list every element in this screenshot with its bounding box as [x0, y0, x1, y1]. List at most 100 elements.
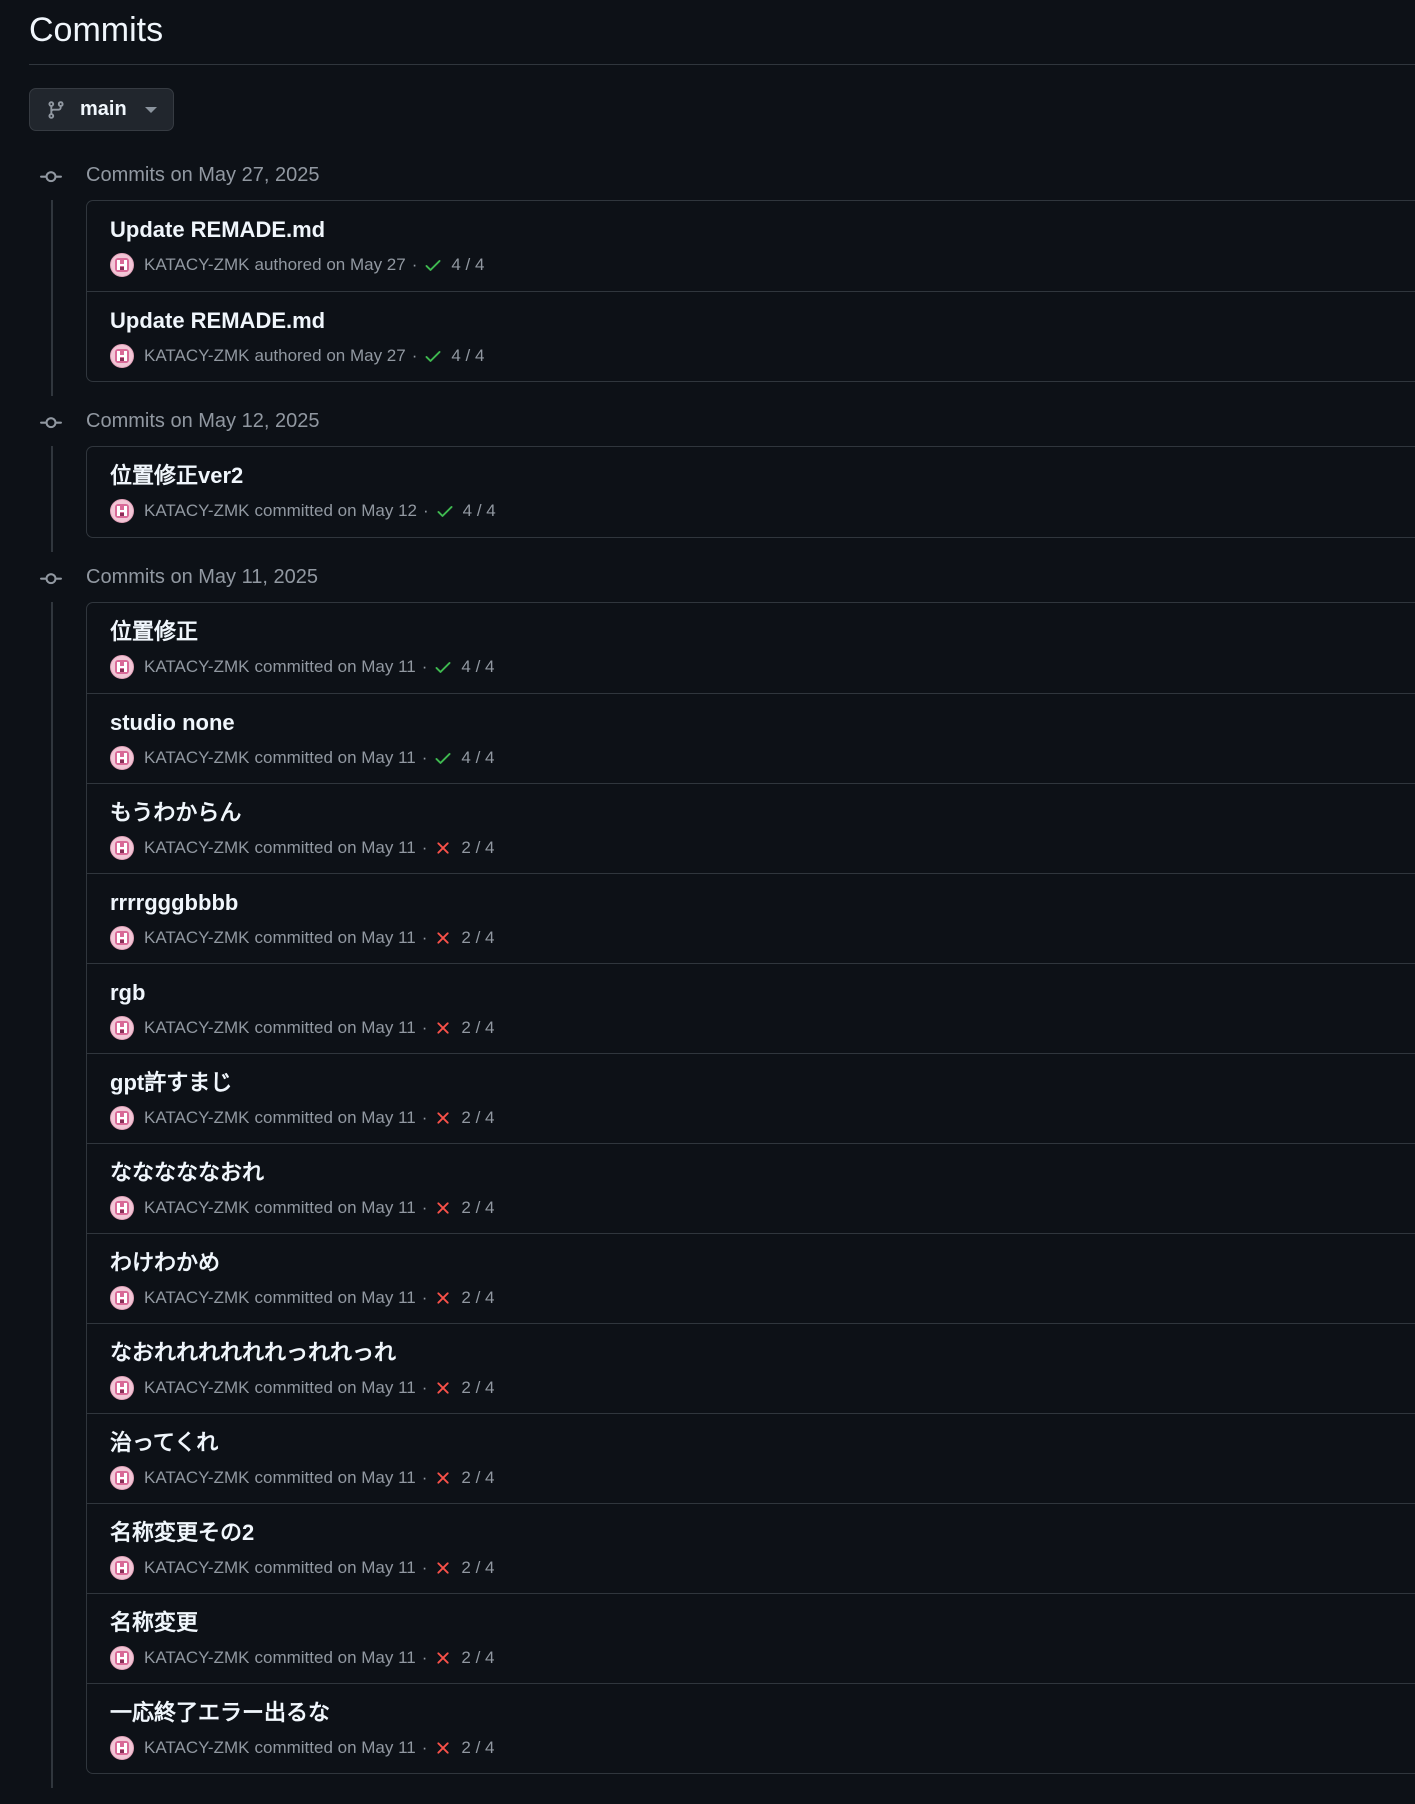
commit-author-link[interactable]: KATACY-ZMK — [144, 1557, 249, 1579]
check-icon[interactable] — [433, 748, 453, 768]
avatar[interactable] — [110, 1736, 134, 1760]
commit-date-text: committed on May 11 — [254, 657, 416, 676]
commit-row[interactable]: 位置修正 KATACY-ZMK committed on May 11 · 4 / 4 — [87, 603, 1415, 693]
commit-message-link[interactable]: わけわかめ — [110, 1248, 220, 1278]
commit-author-link[interactable]: KATACY-ZMK — [144, 1107, 249, 1129]
commit-author-link[interactable]: KATACY-ZMK — [144, 1377, 249, 1399]
x-icon[interactable] — [433, 1468, 453, 1488]
commit-row[interactable]: gpt許すまじ KATACY-ZMK committed on May 11 · 2 /… — [87, 1053, 1415, 1143]
commit-author-link[interactable]: KATACY-ZMK — [144, 254, 249, 276]
commit-author-link[interactable]: KATACY-ZMK — [144, 747, 249, 769]
checks-count[interactable]: 2 / 4 — [461, 1017, 494, 1039]
commit-message-link[interactable]: 一応終了エラー出るな — [110, 1698, 330, 1728]
check-icon[interactable] — [433, 657, 453, 677]
commit-message-link[interactable]: rgb — [110, 978, 145, 1008]
avatar[interactable] — [110, 746, 134, 770]
check-icon[interactable] — [423, 346, 443, 366]
x-icon[interactable] — [433, 1558, 453, 1578]
commit-row[interactable]: Update REMADE.md KATACY-ZMK authored on Ma… — [87, 201, 1415, 291]
commit-row[interactable]: rrrrgggbbbb KATACY-ZMK committed on May 11… — [87, 873, 1415, 963]
avatar[interactable] — [110, 836, 134, 860]
avatar[interactable] — [110, 499, 134, 523]
commit-author-link[interactable]: KATACY-ZMK — [144, 1647, 249, 1669]
checks-count[interactable]: 4 / 4 — [461, 747, 494, 769]
checks-count[interactable]: 2 / 4 — [461, 1377, 494, 1399]
avatar[interactable] — [110, 926, 134, 950]
avatar[interactable] — [110, 1016, 134, 1040]
commit-author-link[interactable]: KATACY-ZMK — [144, 1197, 249, 1219]
commit-author-link[interactable]: KATACY-ZMK — [144, 837, 249, 859]
commit-author-link[interactable]: KATACY-ZMK — [144, 656, 249, 678]
avatar[interactable] — [110, 1196, 134, 1220]
avatar[interactable] — [110, 1286, 134, 1310]
commit-row[interactable]: 位置修正ver2 KATACY-ZMK committed on May 12 · 4 … — [87, 447, 1415, 537]
commit-row[interactable]: rgb KATACY-ZMK committed on May 11 · 2 / 4 — [87, 963, 1415, 1053]
check-icon[interactable] — [423, 255, 443, 275]
commit-row[interactable]: 一応終了エラー出るな KATACY-ZMK committed on May 11 ·… — [87, 1683, 1415, 1773]
commit-message-link[interactable]: 治ってくれ — [110, 1428, 218, 1458]
checks-count[interactable]: 4 / 4 — [463, 500, 496, 522]
commit-row[interactable]: Update REMADE.md KATACY-ZMK authored on Ma… — [87, 291, 1415, 381]
commit-row[interactable]: なおれれれれれれっれれっれ KATACY-ZMK committed on May … — [87, 1323, 1415, 1413]
x-icon[interactable] — [433, 1288, 453, 1308]
x-icon[interactable] — [433, 928, 453, 948]
avatar[interactable] — [110, 655, 134, 679]
x-icon[interactable] — [433, 838, 453, 858]
x-icon[interactable] — [433, 1378, 453, 1398]
checks-count[interactable]: 2 / 4 — [461, 1107, 494, 1129]
commit-author-link[interactable]: KATACY-ZMK — [144, 927, 249, 949]
commit-author-link[interactable]: KATACY-ZMK — [144, 345, 249, 367]
commit-message-link[interactable]: gpt許すまじ — [110, 1068, 232, 1098]
checks-count[interactable]: 2 / 4 — [461, 1467, 494, 1489]
avatar[interactable] — [110, 1556, 134, 1580]
commit-author-link[interactable]: KATACY-ZMK — [144, 500, 249, 522]
commit-row[interactable]: 名称変更 KATACY-ZMK committed on May 11 · 2 / 4 — [87, 1593, 1415, 1683]
commit-author-link[interactable]: KATACY-ZMK — [144, 1017, 249, 1039]
checks-count[interactable]: 2 / 4 — [461, 1197, 494, 1219]
avatar[interactable] — [110, 1106, 134, 1130]
commit-author-link[interactable]: KATACY-ZMK — [144, 1467, 249, 1489]
commit-message-link[interactable]: 名称変更 — [110, 1608, 198, 1638]
checks-count[interactable]: 2 / 4 — [461, 1557, 494, 1579]
commit-row[interactable]: 治ってくれ KATACY-ZMK committed on May 11 · 2 / 4 — [87, 1413, 1415, 1503]
checks-count[interactable]: 4 / 4 — [461, 656, 494, 678]
x-icon[interactable] — [433, 1018, 453, 1038]
commit-message-link[interactable]: 名称変更その2 — [110, 1518, 254, 1548]
commit-message-link[interactable]: studio none — [110, 708, 235, 738]
commit-meta: KATACY-ZMK committed on May 11 · 2 / 4 — [110, 1106, 495, 1130]
commit-message-link[interactable]: rrrrgggbbbb — [110, 888, 238, 918]
avatar[interactable] — [110, 344, 134, 368]
commit-message-link[interactable]: Update REMADE.md — [110, 306, 325, 336]
commit-row[interactable]: なななななおれ KATACY-ZMK committed on May 11 · 2 /… — [87, 1143, 1415, 1233]
avatar[interactable] — [110, 1466, 134, 1490]
checks-count[interactable]: 4 / 4 — [451, 254, 484, 276]
commit-message-link[interactable]: 位置修正ver2 — [110, 461, 243, 491]
checks-count[interactable]: 2 / 4 — [461, 1737, 494, 1759]
commit-message-link[interactable]: なななななおれ — [110, 1158, 264, 1188]
checks-count[interactable]: 2 / 4 — [461, 1287, 494, 1309]
commit-message-link[interactable]: Update REMADE.md — [110, 215, 325, 245]
x-icon[interactable] — [433, 1738, 453, 1758]
commit-author-link[interactable]: KATACY-ZMK — [144, 1287, 249, 1309]
avatar[interactable] — [110, 1376, 134, 1400]
avatar[interactable] — [110, 1646, 134, 1670]
x-icon[interactable] — [433, 1648, 453, 1668]
commit-message-link[interactable]: もうわからん — [110, 798, 241, 828]
commit-message-link[interactable]: 位置修正 — [110, 617, 198, 647]
check-icon[interactable] — [435, 501, 455, 521]
chevron-down-icon — [144, 106, 157, 113]
commit-row[interactable]: もうわからん KATACY-ZMK committed on May 11 · 2 / … — [87, 783, 1415, 873]
checks-count[interactable]: 4 / 4 — [451, 345, 484, 367]
checks-count[interactable]: 2 / 4 — [461, 837, 494, 859]
commit-message-link[interactable]: なおれれれれれれっれれっれ — [110, 1338, 396, 1368]
checks-count[interactable]: 2 / 4 — [461, 927, 494, 949]
commit-author-link[interactable]: KATACY-ZMK — [144, 1737, 249, 1759]
avatar[interactable] — [110, 253, 134, 277]
branch-selector-button[interactable]: main — [29, 88, 174, 131]
commit-row[interactable]: 名称変更その2 KATACY-ZMK committed on May 11 · 2 /… — [87, 1503, 1415, 1593]
x-icon[interactable] — [433, 1108, 453, 1128]
commit-row[interactable]: わけわかめ KATACY-ZMK committed on May 11 · 2 / 4 — [87, 1233, 1415, 1323]
checks-count[interactable]: 2 / 4 — [461, 1647, 494, 1669]
commit-row[interactable]: studio none KATACY-ZMK committed on May 11… — [87, 693, 1415, 783]
x-icon[interactable] — [433, 1198, 453, 1218]
